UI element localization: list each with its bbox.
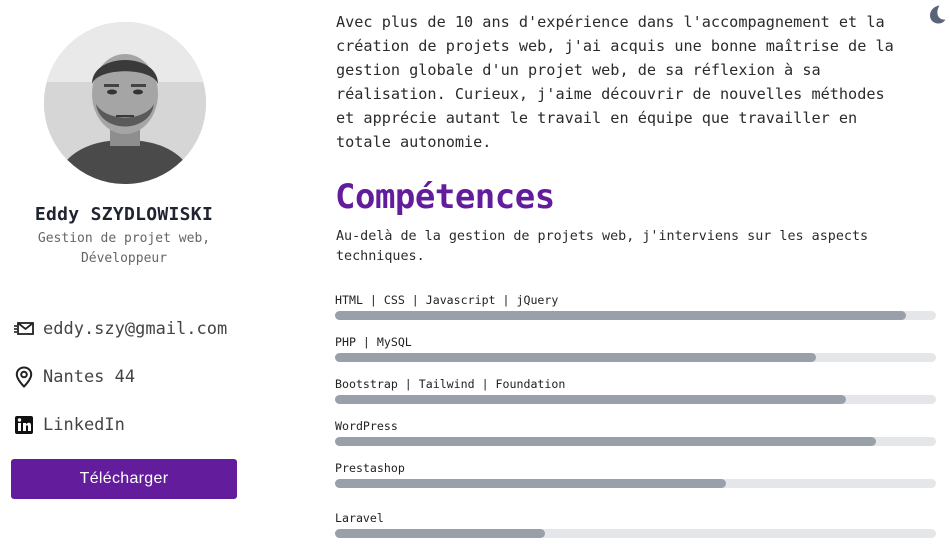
skill-item: WordPress: [335, 419, 936, 446]
skill-label: Laravel: [335, 511, 384, 525]
moon-icon[interactable]: [925, 3, 947, 25]
skill-bar-fill: [335, 437, 876, 446]
intro-line: création de projets web, j'ai acquis une…: [336, 37, 894, 55]
contact-location: Nantes 44: [13, 364, 135, 390]
avatar: [44, 22, 206, 184]
contact-location-text: Nantes 44: [43, 367, 136, 387]
intro-line: et apprécie autant le travail en équipe …: [336, 109, 858, 127]
skill-label: Prestashop: [335, 461, 405, 475]
skill-item: Prestashop: [335, 461, 936, 488]
skill-bar-track: [335, 353, 936, 362]
download-button[interactable]: Télécharger: [11, 459, 237, 499]
profile-sidebar: Eddy SZYDLOWISKI Gestion de projet web, …: [0, 0, 248, 547]
email-send-icon: [13, 318, 35, 340]
skill-bar-track: [335, 311, 936, 320]
skill-label: PHP | MySQL: [335, 335, 412, 349]
skills-subtitle: Au-delà de la gestion de projets web, j'…: [336, 227, 936, 267]
skills-heading: Compétences: [335, 177, 555, 217]
profile-role-line1: Gestion de projet web,: [37, 231, 211, 246]
skill-bar-fill: [335, 395, 846, 404]
contact-linkedin[interactable]: LinkedIn: [13, 412, 125, 438]
intro-line: Avec plus de 10 ans d'expérience dans l'…: [336, 13, 885, 31]
skill-bar-fill: [335, 479, 726, 488]
intro-line: réalisation. Curieux, j'aime découvrir d…: [336, 85, 885, 103]
skill-bar-track: [335, 437, 936, 446]
intro-line: totale autonomie.: [336, 133, 492, 151]
contact-linkedin-text[interactable]: LinkedIn: [43, 415, 125, 435]
skill-item: Bootstrap | Tailwind | Foundation: [335, 377, 936, 404]
skills-subtitle-line2: techniques.: [336, 249, 425, 264]
intro-text: Avec plus de 10 ans d'expérience dans l'…: [336, 10, 936, 154]
profile-role-line2: Développeur: [80, 251, 168, 266]
intro-line: gestion globale d'un projet web, de sa r…: [336, 61, 821, 79]
contact-email-text[interactable]: eddy.szy@gmail.com: [43, 319, 227, 339]
skill-label: Bootstrap | Tailwind | Foundation: [335, 377, 566, 391]
profile-name: Eddy SZYDLOWISKI: [34, 204, 214, 225]
skill-item: PHP | MySQL: [335, 335, 936, 362]
skills-subtitle-line1: Au-delà de la gestion de projets web, j'…: [336, 229, 869, 244]
skill-item: HTML | CSS | Javascript | jQuery: [335, 293, 936, 320]
skill-label: WordPress: [335, 419, 398, 433]
avatar-portrait: [44, 22, 206, 184]
skill-bar-track: [335, 529, 936, 538]
skill-bar-fill: [335, 353, 816, 362]
linkedin-icon: [13, 414, 35, 436]
skill-bar-track: [335, 479, 936, 488]
intro-section: Avec plus de 10 ans d'expérience dans l'…: [336, 10, 936, 154]
profile-role: Gestion de projet web, Développeur: [0, 229, 248, 269]
skill-item: Laravel: [335, 511, 936, 538]
skill-label: HTML | CSS | Javascript | jQuery: [335, 293, 559, 307]
skill-bar-fill: [335, 311, 906, 320]
map-pin-icon: [13, 366, 35, 388]
contact-email[interactable]: eddy.szy@gmail.com: [13, 316, 227, 342]
skill-bar-fill: [335, 529, 546, 538]
skill-bar-track: [335, 395, 936, 404]
